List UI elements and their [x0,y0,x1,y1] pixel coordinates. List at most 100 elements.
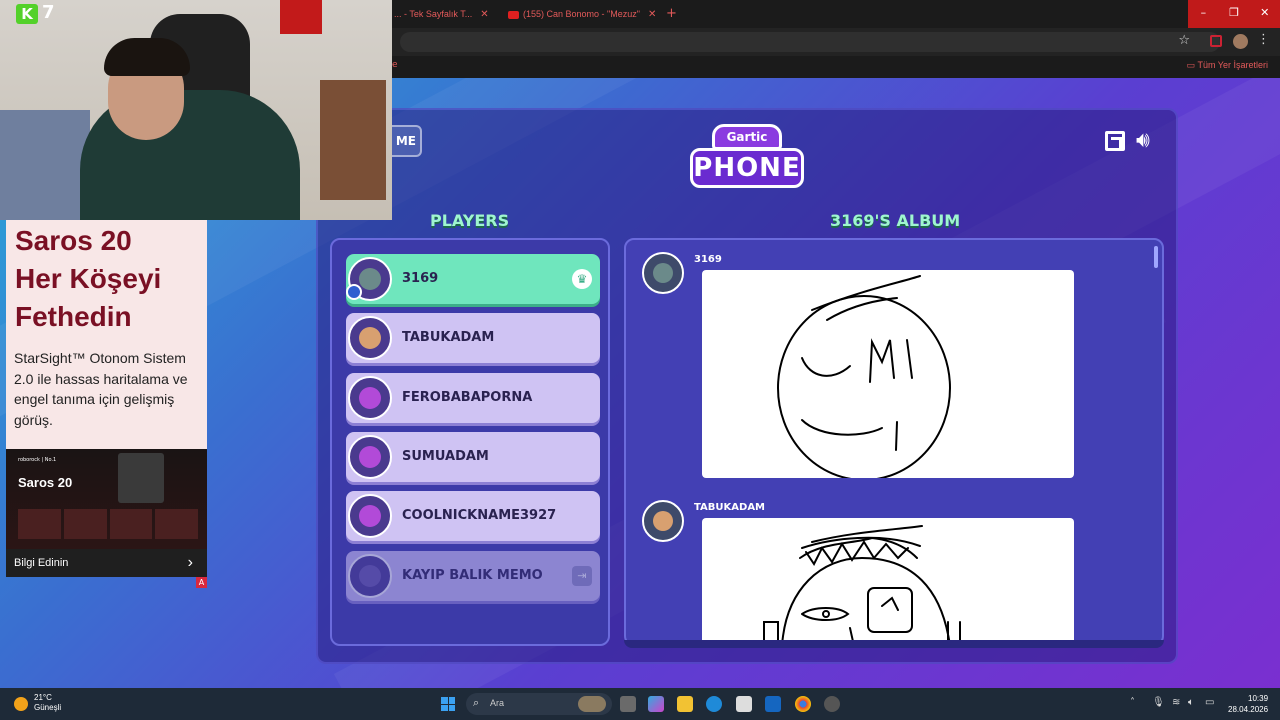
sun-icon[interactable] [14,697,28,711]
taskbar-search[interactable]: ⌕ Ara [466,693,612,715]
chrome-icon[interactable] [795,696,811,712]
taskbar-clock[interactable]: 10:39 28.04.2026 [1228,693,1268,715]
webcam-flag [280,0,322,34]
logo-top-text: Gartic [712,124,782,150]
player-name: KAYIP BALIK MEMO [402,568,543,583]
ad-body: StarSight™ Otonom Sistem 2.0 ile hassas … [14,350,188,428]
chevron-up-icon[interactable]: ˄ [1130,697,1135,708]
weather-temp: 21°C [34,693,52,702]
ad-image[interactable]: roborock | No.1 Saros 20 [6,449,207,549]
battery-icon[interactable]: ▭ [1205,697,1214,708]
player-name: FEROBABAPORNA [402,390,533,405]
bookmark-item[interactable]: e [392,60,398,70]
copilot-icon[interactable] [648,696,664,712]
tab-title: (155) Can Bonomo - "Mezuz" [523,9,640,19]
avatar-face [359,565,381,587]
minimize-button[interactable]: – [1188,0,1219,28]
player-row[interactable]: COOLNICKNAME3927 [346,491,600,541]
album-author-name: 3169 [694,254,722,265]
tab-title: ... - Tek Sayfalık T... [394,9,473,19]
tab-close-icon[interactable]: ✕ [648,9,656,20]
player-name: TABUKADAM [402,330,495,345]
album-panel[interactable]: 3169 TABUKADAM [624,238,1164,646]
fullscreen-icon[interactable] [1105,131,1125,151]
browser-tab-youtube[interactable]: (155) Can Bonomo - "Mezuz" ✕ [508,4,656,24]
player-row[interactable]: SUMUADAM [346,432,600,482]
album-author-avatar [642,252,684,294]
album-author-avatar [642,500,684,542]
avatar-face [359,505,381,527]
avatar-face [359,387,381,409]
all-bookmarks-button[interactable]: ▭ Tüm Yer İşaretleri [1187,60,1268,71]
speaker-icon[interactable]: 🔈︎ [1188,697,1194,708]
search-placeholder: Ara [490,698,505,708]
new-tab-button[interactable]: + [666,4,677,24]
album-drawing [702,270,1074,478]
album-drawing [702,518,1074,644]
adchoices-icon[interactable]: A [196,577,207,588]
ad-image-title: Saros 20 [18,475,73,490]
file-explorer-icon[interactable] [677,696,693,712]
player-row[interactable]: 3169 ♛ [346,254,600,304]
player-avatar [348,494,392,538]
ad-product-image [118,453,164,503]
search-highlight-image [578,696,606,712]
store-icon[interactable] [736,696,752,712]
home-button[interactable]: ME [392,125,422,157]
drawing-face-sketch [763,525,961,644]
bookmarks-bar: e ▭ Tüm Yer İşaretleri [392,56,1280,78]
task-view-icon[interactable] [620,696,636,712]
avatar-face [359,268,381,290]
player-name: 3169 [402,271,439,286]
tab-close-icon[interactable]: ✕ [480,9,488,20]
album-scrollbar[interactable] [1154,246,1158,268]
player-avatar [348,316,392,360]
profile-avatar-icon[interactable] [1233,34,1248,49]
avatar-face [359,327,381,349]
avatar-face [653,511,673,531]
youtube-icon [508,10,519,19]
gartic-phone-logo: Gartic PHONE [690,124,804,196]
ad-cta-button[interactable]: Bilgi Edinin › [6,549,207,577]
clock-time: 10:39 [1248,694,1269,703]
players-panel: 3169 ♛ TABUKADAM FEROBABAPORNA SUMUADAM … [330,238,610,646]
webcam-hair [104,38,190,76]
player-row-left[interactable]: KAYIP BALIK MEMO ⇥ [346,551,600,601]
crown-icon: ♛ [572,269,592,289]
edge-icon[interactable] [706,696,722,712]
windows-taskbar: 21°C Güneşli ⌕ Ara ˄ 🎙︎ ≋ 🔈︎ ▭ 10:39 28.… [0,688,1280,720]
player-row[interactable]: FEROBABAPORNA [346,373,600,423]
logo-bottom-text: PHONE [690,148,804,188]
kick-count: 7 [42,2,55,23]
extension-icon[interactable] [1210,35,1222,47]
player-avatar [348,376,392,420]
drawing-face-sketch [777,275,951,478]
album-title: 3169'S ALBUM [830,211,961,230]
browser-toolbar: ☆ ⋮ [392,28,1280,56]
player-avatar [348,435,392,479]
avatar-face [653,263,673,283]
browser-menu-icon[interactable]: ⋮ [1257,32,1270,47]
address-bar[interactable] [400,32,1220,52]
wifi-icon[interactable]: ≋ [1172,697,1180,708]
browser-tab[interactable]: ... - Tek Sayfalık T... ✕ [394,4,489,24]
weather-widget[interactable]: 21°C Güneşli [34,693,61,713]
chevron-right-icon: › [187,554,193,571]
windows-start-icon[interactable] [441,697,455,711]
ad-brand: roborock | No.1 [18,457,57,463]
player-avatar [348,554,392,598]
restore-button[interactable]: ❐ [1219,0,1250,28]
album-panel-footer [624,640,1164,648]
bookmark-star-icon[interactable]: ☆ [1178,33,1190,48]
webcam-overlay: K 7 [0,0,392,220]
microphone-icon[interactable]: 🎙︎ [1152,697,1165,708]
settings-icon[interactable] [824,696,840,712]
player-row[interactable]: TABUKADAM [346,313,600,363]
host-icon [346,284,362,300]
ad-cta-label: Bilgi Edinin [14,557,69,569]
advertisement[interactable]: Saros 20 Her Köşeyi Fethedin StarSight™ … [6,220,207,577]
close-button[interactable]: ✕ [1249,0,1280,28]
outlook-icon[interactable] [765,696,781,712]
volume-icon[interactable]: 🔊︎ [1136,128,1150,154]
player-name: COOLNICKNAME3927 [402,508,557,523]
